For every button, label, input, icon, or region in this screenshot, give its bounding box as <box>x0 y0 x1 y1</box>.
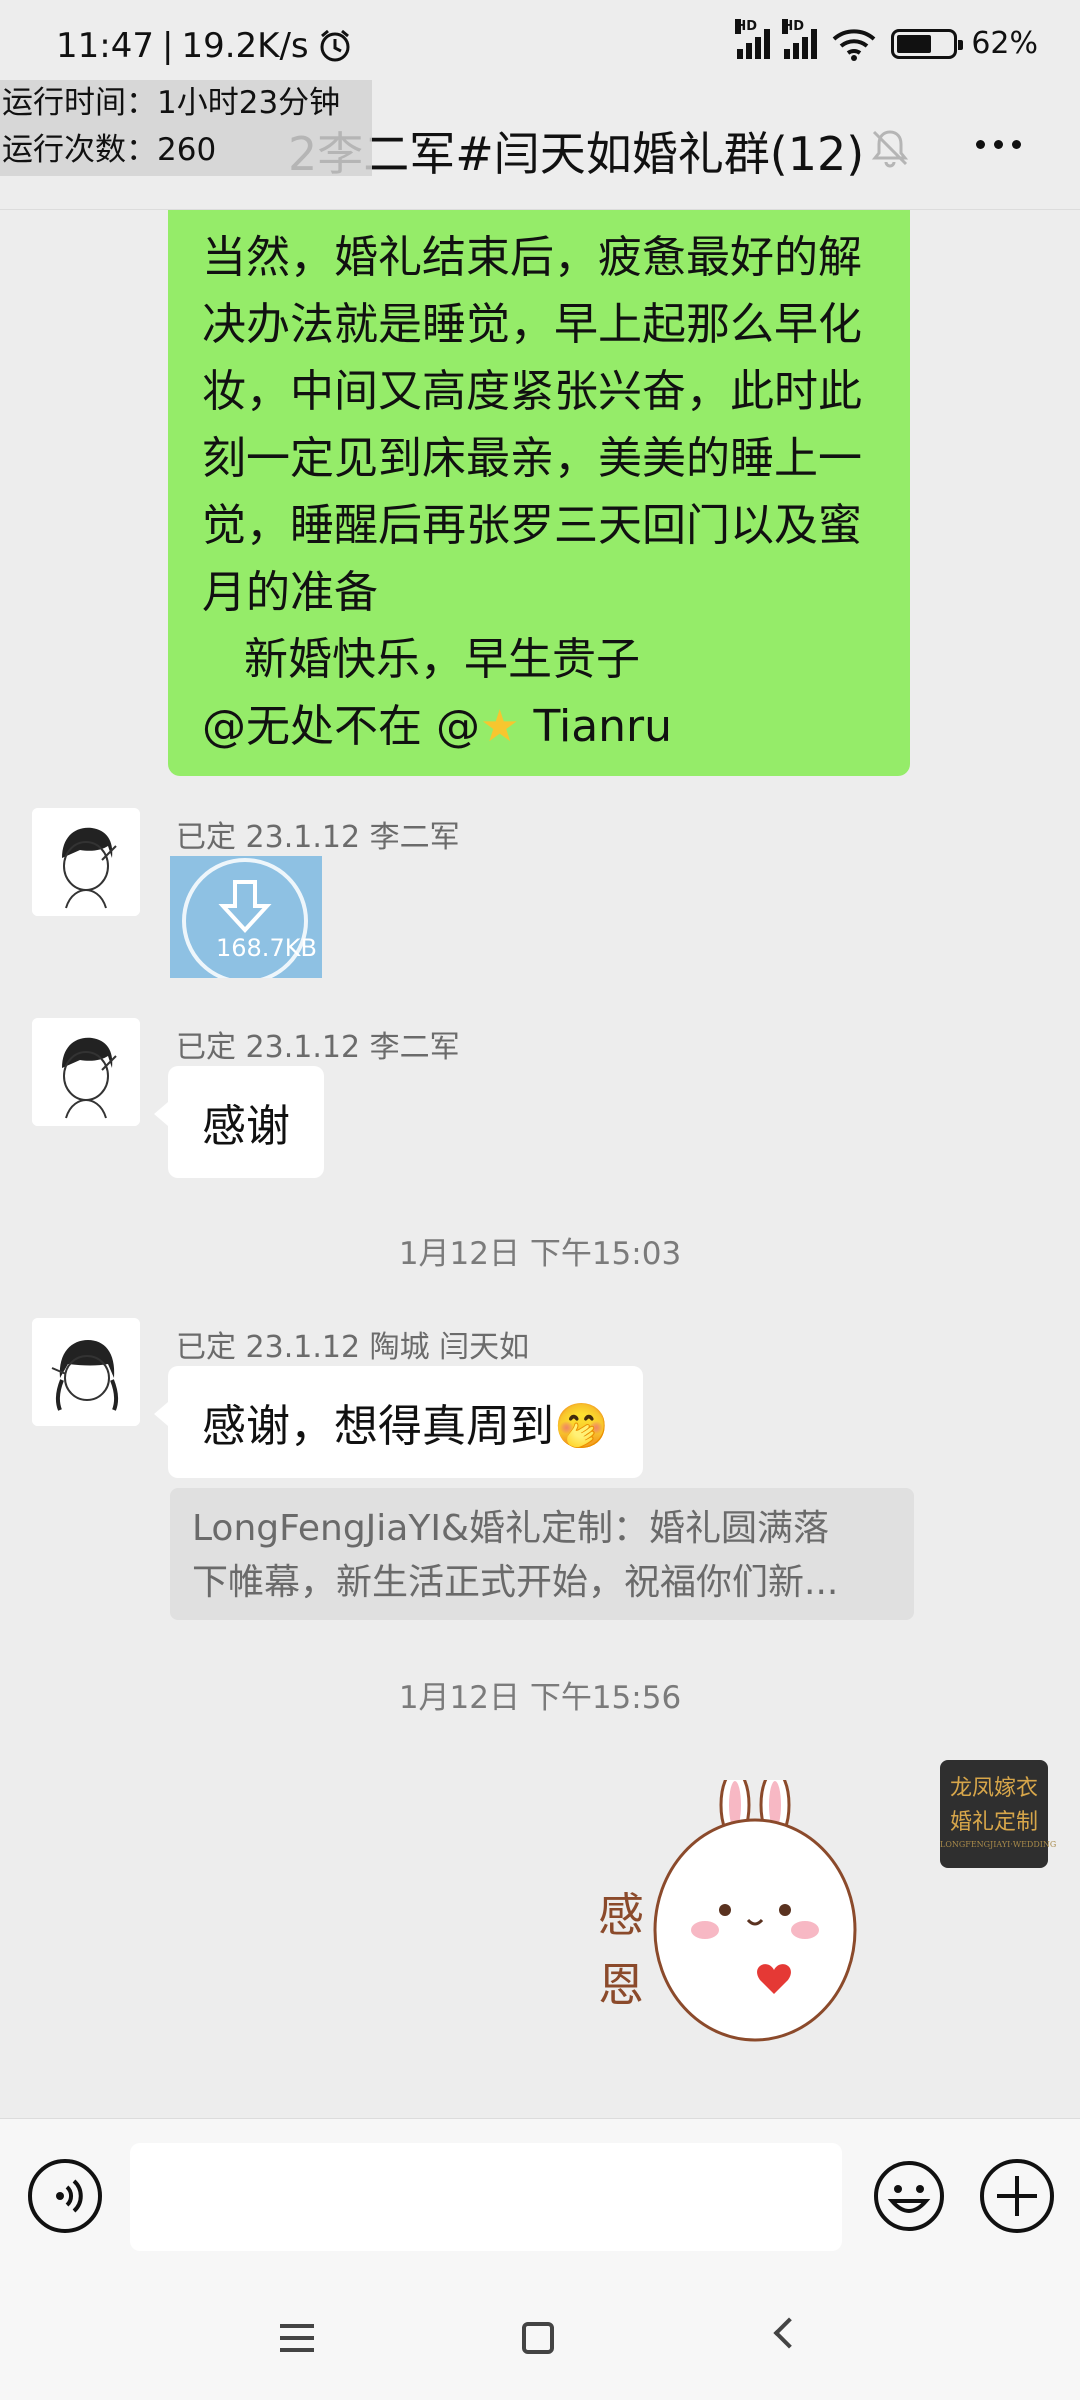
message-text: 感谢，想得真周到🤭 <box>202 1401 609 1452</box>
status-time: 11:47 <box>56 26 154 66</box>
time-separator: 1月12日 下午15:03 <box>398 1236 682 1272</box>
back-icon[interactable] <box>773 2317 805 2349</box>
battery-percent: 62% <box>971 26 1038 61</box>
plus-icon[interactable] <box>980 2159 1054 2233</box>
message-text: 感谢 <box>202 1101 290 1152</box>
run-time-text: 运行时间：1小时23分钟 <box>2 85 341 121</box>
run-count-text: 运行次数：260 <box>2 132 217 168</box>
more-icon[interactable] <box>976 140 1021 149</box>
message-bubble-incoming[interactable]: 感谢 <box>154 1066 324 1178</box>
chat-title: 2李二军#闫天如婚礼群(12) <box>288 127 865 181</box>
input-bar <box>0 2118 1080 2280</box>
star-emoji-icon: ★ <box>480 701 520 752</box>
shop-logo-avatar[interactable]: 龙凤嫁衣 婚礼定制 LONGFENGJIAYI·WEDDING <box>940 1760 1056 1868</box>
system-nav-bar <box>0 2280 1080 2400</box>
network-speed: 19.2K/s <box>181 26 309 66</box>
message-bubble-incoming[interactable]: 感谢，想得真周到🤭 <box>154 1366 643 1478</box>
boy-avatar-icon <box>32 1018 140 1126</box>
runtime-overlay: 运行时间：1小时23分钟 运行次数：260 <box>0 80 372 176</box>
download-arrow-icon <box>218 880 272 933</box>
battery-icon <box>891 28 964 59</box>
menu-icon[interactable] <box>280 2324 314 2360</box>
sticker-text: 恩 <box>598 1958 644 2012</box>
avatar[interactable] <box>32 1018 140 1126</box>
sticker-message[interactable]: 感 恩 <box>580 1769 880 2080</box>
image-message[interactable]: 168.7KB <box>170 856 322 978</box>
sender-name: 已定 23.1.12 陶城 闫天如 <box>176 1330 530 1365</box>
emoji-icon[interactable] <box>872 2159 946 2233</box>
quoted-message[interactable]: LongFengJiaYI&婚礼定制：婚礼圆满落 下帷幕，新生活正式开始，祝福你… <box>170 1488 914 1620</box>
status-left: 11:47 | 19.2K/s <box>56 26 353 66</box>
girl-avatar-icon <box>32 1318 140 1426</box>
avatar[interactable] <box>32 808 140 916</box>
sender-name: 已定 23.1.12 李二军 <box>176 1030 460 1065</box>
alarm-icon <box>320 29 350 62</box>
signal-icon: HD <box>735 18 771 59</box>
voice-icon[interactable] <box>28 2159 102 2233</box>
avatar[interactable] <box>32 1318 140 1426</box>
message-bubble-outgoing[interactable]: 当然，婚礼结束后，疲惫最好的解 决办法就是睡觉，早上起那么早化 妆，中间又高度紧… <box>168 210 910 776</box>
signal-icon: HD <box>782 18 818 59</box>
sticker-text: 感 <box>598 1888 644 1942</box>
time-separator: 1月12日 下午15:56 <box>398 1680 682 1716</box>
image-size: 168.7KB <box>216 934 317 962</box>
wifi-icon <box>832 28 876 61</box>
sender-name: 已定 23.1.12 李二军 <box>176 820 460 855</box>
message-input[interactable] <box>130 2143 842 2251</box>
mute-bell-icon <box>871 130 909 168</box>
home-icon[interactable] <box>522 2322 554 2354</box>
boy-avatar-icon <box>32 808 140 916</box>
status-right: HD HD 62% <box>735 18 1038 61</box>
mention-text: @无处不在 @ <box>202 701 480 752</box>
